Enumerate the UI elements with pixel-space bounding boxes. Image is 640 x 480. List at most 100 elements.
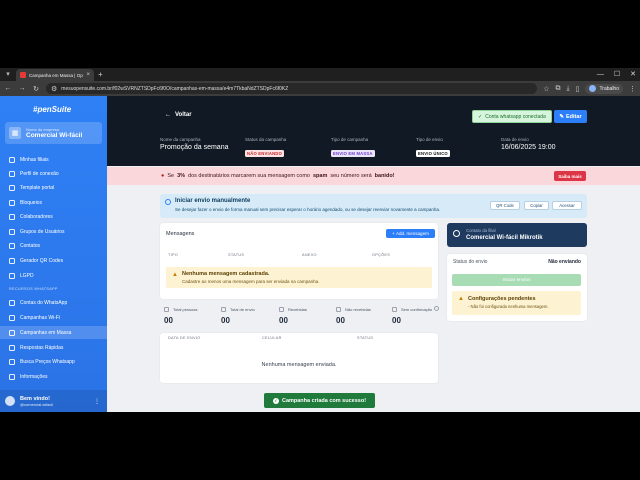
browser-tab[interactable]: Campanha em Massa | OpenS × [16,69,94,81]
add-message-button[interactable]: + Add. mensagem [386,229,435,238]
sidebar-item-busca-precos[interactable]: Busca Preços Whatsapp [0,355,107,368]
megaphone-icon [9,314,15,321]
back-button[interactable]: ← Voltar [165,112,192,118]
qr-code-button[interactable]: QR Code [490,201,520,210]
warning-spam: spam [313,173,328,179]
type-badge: ENVIO EM MASSA [331,150,375,157]
sidebar-item-label: Campanhas em Massa [20,329,72,336]
sidebar-item-contas-whatsapp[interactable]: Contas do WhatsApp [0,296,107,309]
minimize-icon[interactable]: — [597,68,604,81]
stat-total-sent: Total de envio 00 [217,304,281,330]
empty-table-message: Nenhuma mensagem enviada. [261,362,337,368]
new-tab-icon[interactable]: + [98,70,103,79]
download-icon[interactable]: ⤓ [566,85,569,93]
send-icon [9,329,15,336]
sidebar-item-label: Grupos de Usuários [20,228,65,235]
sidepanel-icon[interactable]: ▯ [576,85,580,93]
sidebar-item-lgpd[interactable]: LGPD [0,269,107,282]
learn-more-button[interactable]: Saiba mais [554,171,586,181]
sidebar-item-informacoes[interactable]: Informações [0,370,107,383]
send-type-badge: ENVIO ÚNICO [416,150,450,157]
site-info-icon[interactable]: ⚙ [51,85,57,93]
profile-avatar [589,85,597,92]
send-status-label: Status do envio [453,259,488,265]
maximize-icon[interactable]: ☐ [614,68,620,81]
access-button[interactable]: Acessar [552,201,582,210]
user-panel[interactable]: Bem vindo! @comercial.wifacil ⋮ [0,390,107,412]
sidebar-item-label: Contas do WhatsApp [20,299,68,306]
profile-name: Trabalho [599,85,619,92]
wifi-icon [9,170,15,177]
sidebar: #penSuite ▦ Nome da empresa Comercial Wi… [0,96,107,412]
send-status-value: Não enviando [548,259,581,265]
company-label: Nome da empresa [26,127,59,132]
sidebar-item-campanhas-wifi[interactable]: Campanhas Wi-Fi [0,311,107,324]
tab-search-icon[interactable]: ▾ [3,70,13,79]
warning-percent: 3% [177,173,186,179]
sidebar-item-label: Contatos [20,242,41,249]
meta-label: Tipo de envio [416,137,443,142]
sidebar-item-qr[interactable]: Gerador QR Codes [0,254,107,267]
back-arrow-icon[interactable]: ← [4,85,12,92]
reply-icon [9,344,15,351]
whatsapp-icon [9,299,15,306]
sidebar-item-label: Minhas filiais [20,156,49,163]
bomb-icon: ● [161,173,165,179]
more-options-icon[interactable]: ⋮ [94,398,100,405]
manual-send-panel: Iniciar envio manualmente Se desejar faz… [160,194,587,218]
sidebar-item-template[interactable]: Template portal [0,181,107,194]
stat-label: Sem confirmação [401,307,433,312]
stat-total-people: Total pessoas 00 [160,304,224,330]
column-header: TIPO [168,253,179,257]
sidebar-item-grupos[interactable]: Grupos de Usuários [0,225,107,238]
edit-button[interactable]: ✎ Editar [554,110,587,123]
sidebar-item-perfil[interactable]: Perfil de conexão [0,167,107,180]
close-window-icon[interactable]: ✕ [630,68,636,81]
contact-label: Contato da filial [466,228,496,233]
sidebar-item-label: Gerador QR Codes [20,257,64,264]
back-label: Voltar [175,112,192,118]
menu-icon[interactable]: ⋮ [629,85,636,93]
start-sending-button[interactable]: Iniciar envios [452,274,581,286]
pencil-icon: ✎ [559,113,564,120]
connection-status-badge: ✓ Conta whatsapp conectada [472,110,552,123]
company-selector[interactable]: ▦ Nome da empresa Comercial Wi-fácil [5,122,102,144]
close-tab-icon[interactable]: × [86,72,90,78]
meta-campaign-type: Tipo de campanha ENVIO EM MASSA [331,137,375,160]
send-date: 16/06/2025 19:00 [501,144,556,151]
reload-icon[interactable]: ↻ [32,85,40,93]
stat-label: Não recebidas [345,307,371,312]
stat-not-received: Não recebidas 00 [332,304,396,330]
sidebar-item-contatos[interactable]: Contatos [0,239,107,252]
meta-campaign-status: Status da campanha NÃO ENVIANDO [245,137,286,160]
sidebar-item-respostas[interactable]: Respostas Rápidas [0,341,107,354]
add-message-label: Add. mensagem [396,231,429,236]
sidebar-item-label: Colaboradores [20,213,53,220]
user-email: @comercial.wifacil [20,401,54,407]
url-text: mesuopensuite.com.br/f02wSVRNZTSDpFc6f0O… [61,85,289,92]
copy-button[interactable]: Copiar [524,201,549,210]
star-icon[interactable]: ☆ [543,85,549,93]
url-field[interactable]: ⚙ mesuopensuite.com.br/f02wSVRNZTSDpFc6f… [46,83,538,94]
meta-label: Status da campanha [245,137,287,142]
meta-campaign-name: Nome da campanha Promoção da semana [160,137,228,151]
sidebar-item-label: LGPD [20,272,34,279]
profile-button[interactable]: Trabalho [585,83,623,94]
x-icon [336,307,341,312]
column-header: DATA DE ENVIO [168,336,201,340]
extensions-icon[interactable]: ⧉ [555,85,560,93]
check-circle-icon: ✓ [272,397,279,404]
stats-info-icon[interactable] [434,306,439,311]
stat-value: 00 [392,316,401,325]
main-content: ← Voltar ✓ Conta whatsapp conectada ✎ Edita… [107,96,640,412]
success-toast: ✓ Campanha criada com sucesso! [264,393,375,408]
sidebar-item-filiais[interactable]: Minhas filiais [0,153,107,166]
meta-send-date: Data de envio 16/06/2025 19:00 [501,137,556,151]
sent-messages-table: DATA DE ENVIO CELULAR STATUS Nenhuma men… [160,333,438,383]
forward-arrow-icon[interactable]: → [18,85,26,92]
sidebar-item-campanhas-massa[interactable]: Campanhas em Massa [0,326,107,339]
logo: #penSuite [33,105,72,114]
sidebar-item-colaboradores[interactable]: Colaboradores [0,210,107,223]
sidebar-item-bloqueios[interactable]: Bloqueios [0,196,107,209]
toast-message: Campanha criada com sucesso! [281,397,367,404]
